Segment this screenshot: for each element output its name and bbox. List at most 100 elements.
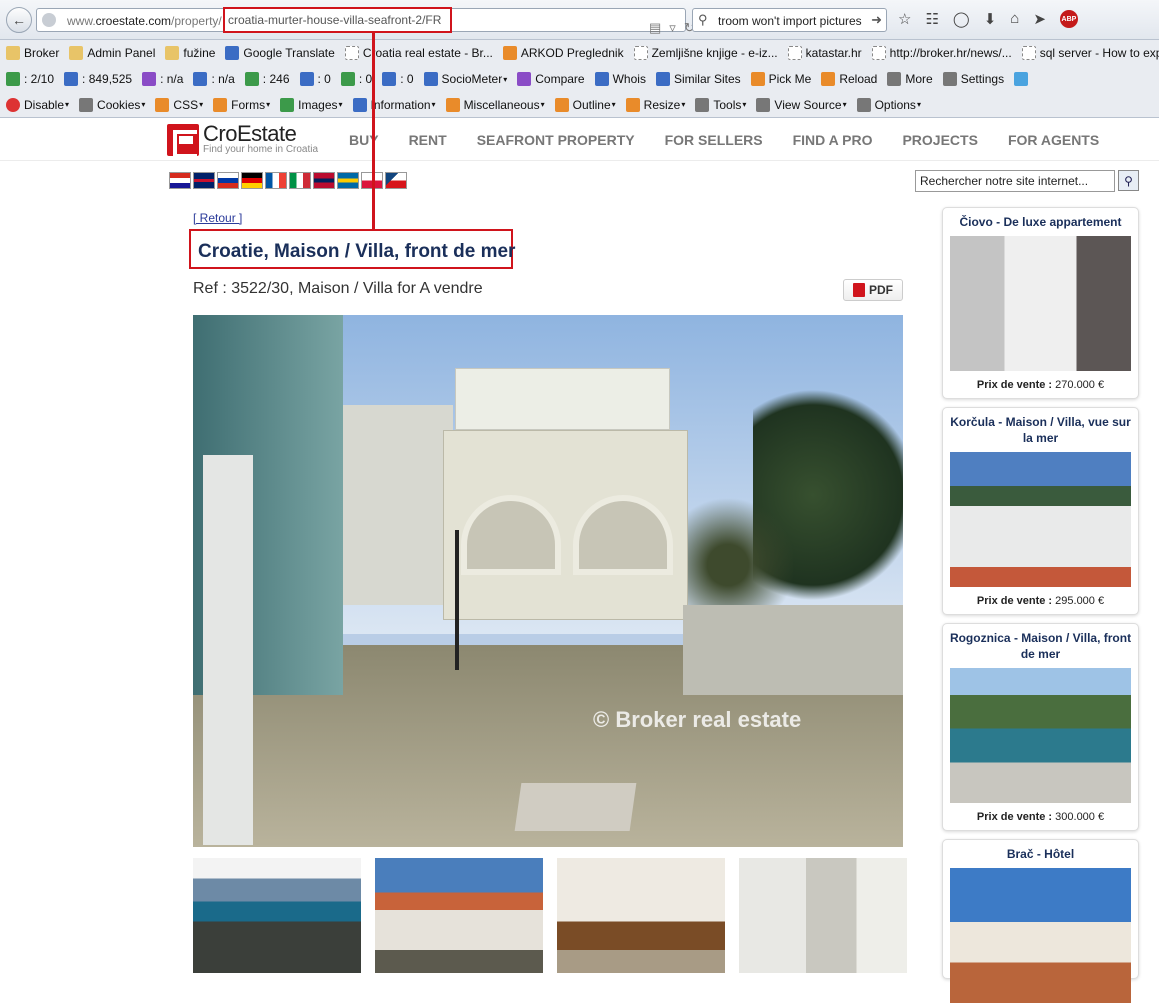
bookmark-item[interactable]: Whois	[594, 72, 646, 86]
bookmark-item[interactable]: Broker	[6, 46, 59, 60]
translate-icon	[225, 46, 240, 60]
czech-flag[interactable]	[385, 172, 407, 189]
star-icon[interactable]: ☆	[898, 10, 911, 28]
bookmark-item[interactable]: Miscellaneous ▾	[445, 97, 545, 112]
listing-photo[interactable]	[950, 452, 1131, 587]
listing-title[interactable]: Čiovo - De luxe appartement	[943, 208, 1138, 230]
back-link[interactable]: [ Retour ]	[193, 211, 242, 225]
bookmark-item[interactable]: Settings	[942, 72, 1004, 86]
bookmark-item[interactable]: Pick Me	[750, 72, 811, 86]
bookmark-item[interactable]: Tools ▾	[695, 97, 746, 112]
site-search-button[interactable]: ⚲	[1118, 170, 1139, 191]
listing-title[interactable]: Rogoznica - Maison / Villa, front de mer	[943, 624, 1138, 662]
bookmark-item[interactable]: ARKOD Preglednik	[502, 46, 624, 60]
bookmark-item[interactable]: : 246	[244, 72, 290, 86]
download-icon[interactable]: ⬇	[984, 10, 997, 28]
croatian-flag[interactable]	[169, 172, 191, 189]
home-icon[interactable]: ⌂	[1010, 10, 1019, 28]
listing-title[interactable]: Brač - Hôtel	[943, 840, 1138, 862]
sidebar-listing-2[interactable]: Korčula - Maison / Villa, vue sur la mer…	[942, 407, 1139, 615]
nav-projects[interactable]: PROJECTS	[902, 132, 977, 148]
thumbnail-4[interactable]	[739, 858, 907, 973]
sidebar-listing-4[interactable]: Brač - Hôtel	[942, 839, 1139, 1003]
bookmark-item[interactable]: SocioMeter ▾	[423, 72, 508, 86]
info-icon	[352, 97, 367, 112]
listing-photo[interactable]	[950, 236, 1131, 371]
bookmark-item[interactable]: : n/a	[193, 72, 235, 86]
bookmark-item[interactable]: Google Translate	[225, 46, 335, 60]
magnifier-icon: ⚲	[1124, 173, 1133, 188]
italian-flag[interactable]	[289, 172, 311, 189]
browser-search-box[interactable]: ⚲ troom won't import pictures ➜	[692, 8, 887, 32]
bookmark-item[interactable]: sql server - How to exp...	[1021, 46, 1159, 60]
bookmark-item[interactable]: Options ▾	[856, 97, 921, 112]
bookmark-label: Admin Panel	[87, 46, 156, 60]
main-property-photo[interactable]: © Broker real estate	[193, 315, 903, 847]
clipboard-icon[interactable]: ☷	[925, 10, 938, 28]
disable-icon	[6, 97, 20, 112]
bookmark-item[interactable]: : 849,525	[64, 72, 132, 86]
nav-for-sellers[interactable]: FOR SELLERS	[665, 132, 763, 148]
bookmark-item[interactable]: Resize ▾	[625, 97, 686, 112]
bookmark-item[interactable]: fužine	[165, 46, 215, 60]
bookmark-item[interactable]: http://broker.hr/news/...	[871, 46, 1012, 60]
bookmark-item[interactable]: Zemljišne knjige - e-iz...	[633, 46, 778, 60]
back-button[interactable]: ←	[6, 7, 32, 33]
send-icon[interactable]: ➤	[1033, 10, 1046, 28]
site-logo[interactable]: CroEstate Find your home in Croatia	[167, 123, 318, 158]
nav-for-agents[interactable]: FOR AGENTS	[1008, 132, 1099, 148]
bookmark-item[interactable]: Forms ▾	[213, 97, 270, 112]
thumbnail-1[interactable]	[193, 858, 361, 973]
bookmark-item[interactable]: Outline ▾	[554, 97, 616, 112]
bookmark-item[interactable]: Admin Panel	[69, 46, 155, 60]
thumbnail-3[interactable]	[557, 858, 725, 973]
bookmark-item[interactable]	[1014, 72, 1032, 86]
german-flag[interactable]	[241, 172, 263, 189]
bookmark-item[interactable]: Croatia real estate - Br...	[344, 46, 493, 60]
bookmark-item[interactable]: Reload	[821, 72, 877, 86]
swedish-flag[interactable]	[337, 172, 359, 189]
search-go-icon[interactable]: ➜	[871, 12, 882, 28]
thumbnail-2[interactable]	[375, 858, 543, 973]
listing-title[interactable]: Korčula - Maison / Villa, vue sur la mer	[943, 408, 1138, 446]
bookmark-item[interactable]: Disable ▾	[6, 97, 69, 112]
price-label: Prix de vente :	[976, 811, 1053, 823]
bookmark-item[interactable]: : 0	[299, 72, 331, 86]
nav-rent[interactable]: RENT	[409, 132, 447, 148]
listing-photo[interactable]	[950, 668, 1131, 803]
bookmark-item[interactable]: : 0	[382, 72, 414, 86]
bookmark-item[interactable]: : 2/10	[6, 72, 54, 86]
bookmark-item[interactable]: More	[887, 72, 933, 86]
russian-flag[interactable]	[217, 172, 239, 189]
site-search-input[interactable]: Rechercher notre site internet...	[915, 170, 1115, 192]
norwegian-flag[interactable]	[313, 172, 335, 189]
nav-seafront-property[interactable]: SEAFRONT PROPERTY	[477, 132, 635, 148]
dropdown-icon[interactable]: ▿	[669, 20, 684, 35]
dropdown-caret-icon: ▾	[503, 74, 508, 84]
sidebar-listing-3[interactable]: Rogoznica - Maison / Villa, front de mer…	[942, 623, 1139, 831]
reader-icon[interactable]: ▤	[649, 20, 669, 35]
uk-flag[interactable]	[193, 172, 215, 189]
bookmark-label: sql server - How to exp...	[1039, 46, 1159, 60]
bookmark-item[interactable]: Similar Sites	[655, 72, 741, 86]
bookmark-item[interactable]: Cookies ▾	[79, 97, 145, 112]
french-flag[interactable]	[265, 172, 287, 189]
sidebar-listing-1[interactable]: Čiovo - De luxe appartement Prix de vent…	[942, 207, 1139, 399]
bookmark-item[interactable]: View Source ▾	[756, 97, 847, 112]
bookmark-item[interactable]: : n/a	[142, 72, 183, 86]
reload-icon	[821, 72, 836, 86]
pocket-icon[interactable]: ◯	[953, 10, 970, 28]
bookmark-item[interactable]: Images ▾	[280, 97, 343, 112]
bookmark-item[interactable]: katastar.hr	[787, 46, 862, 60]
adblock-icon[interactable]: ABP	[1059, 10, 1078, 28]
dropdown-caret-icon: ▾	[681, 100, 686, 109]
bookmark-item[interactable]: : 0	[340, 72, 372, 86]
bookmark-item[interactable]: CSS ▾	[155, 97, 203, 112]
search-query[interactable]: troom won't import pictures	[718, 14, 870, 28]
css-icon	[155, 97, 170, 112]
listing-photo[interactable]	[950, 868, 1131, 1003]
bookmark-item[interactable]: Compare	[517, 72, 585, 86]
nav-find-a-pro[interactable]: FIND A PRO	[793, 132, 873, 148]
pdf-button[interactable]: PDF	[843, 279, 903, 301]
bookmark-item[interactable]: Information ▾	[352, 97, 436, 112]
